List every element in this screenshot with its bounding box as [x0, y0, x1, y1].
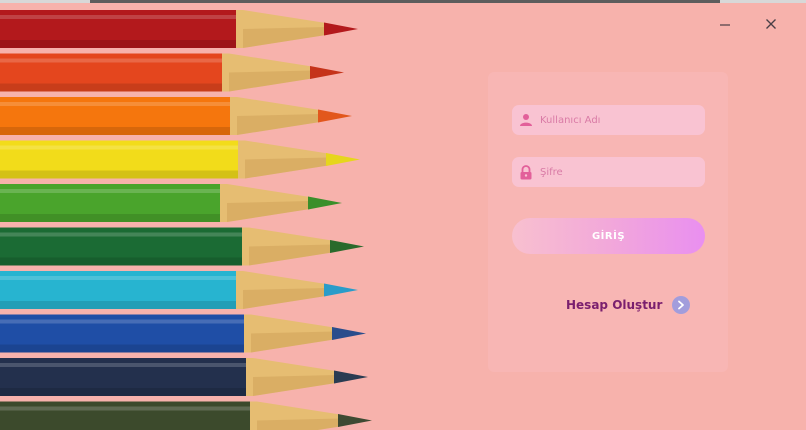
pencil [0, 10, 358, 48]
pencil [0, 271, 358, 309]
close-icon [766, 19, 776, 29]
pencils-background-image [0, 10, 372, 430]
pencil [0, 97, 352, 135]
user-icon [518, 112, 534, 128]
password-field[interactable] [512, 157, 705, 187]
minimize-icon [720, 24, 730, 26]
pencil [0, 401, 372, 430]
username-input[interactable] [540, 114, 690, 126]
app-window: GİRİŞ Hesap Oluştur [0, 0, 806, 430]
create-account-label: Hesap Oluştur [566, 298, 663, 312]
password-input[interactable] [540, 166, 690, 178]
login-button[interactable]: GİRİŞ [512, 218, 705, 254]
pencil [0, 314, 366, 353]
pencil [0, 227, 364, 266]
pencil [0, 140, 360, 179]
minimize-button[interactable] [712, 12, 738, 36]
pencil [0, 53, 344, 92]
create-account-link[interactable]: Hesap Oluştur [566, 296, 691, 314]
pencil [0, 358, 368, 396]
username-field[interactable] [512, 105, 705, 135]
arrow-right-icon[interactable] [672, 296, 691, 314]
close-button[interactable] [758, 12, 784, 36]
pencil [0, 184, 342, 222]
lock-icon [518, 164, 534, 180]
